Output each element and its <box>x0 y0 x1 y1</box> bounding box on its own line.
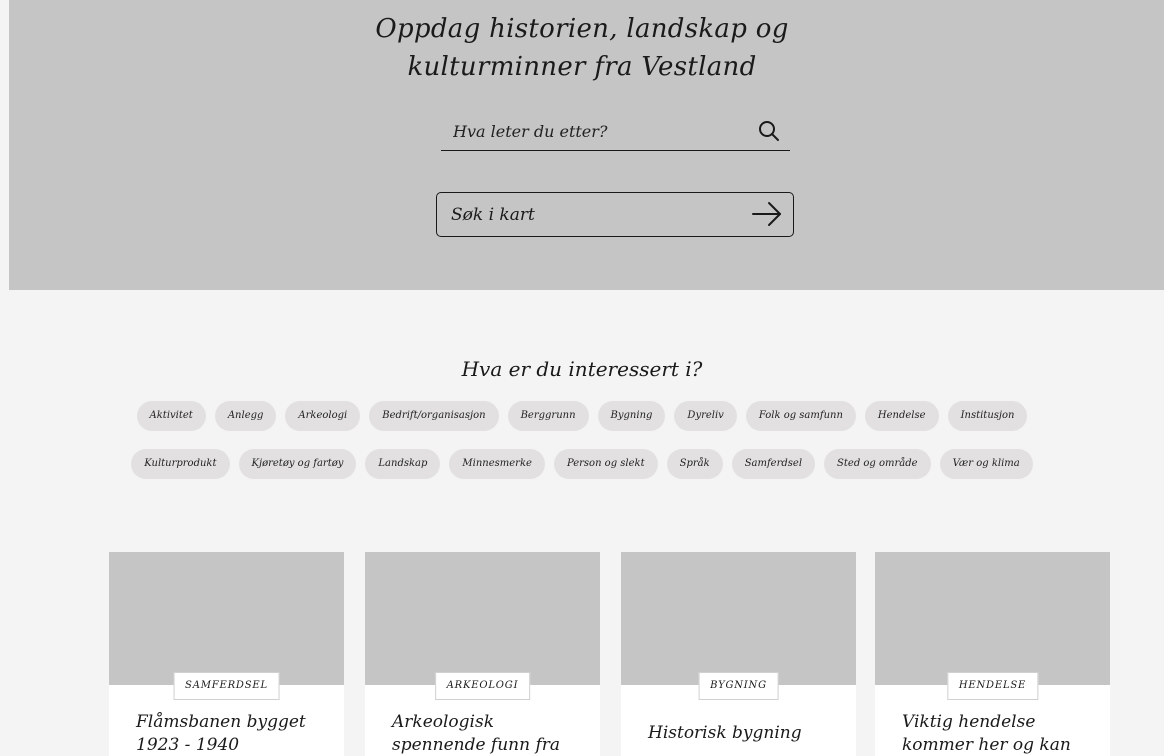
search-bar <box>441 114 790 151</box>
card-title: Arkeologisk spennende funn fra vikingtid… <box>392 712 561 755</box>
interest-chip[interactable]: Språk <box>666 449 723 479</box>
card-title: Flåmsbanen bygget 1923 - 1940 <box>136 712 306 755</box>
interest-chip[interactable]: Sted og område <box>824 449 931 479</box>
card-title: Viktig hendelse kommer her og kan være s… <box>902 712 1071 755</box>
card-image <box>109 552 344 685</box>
interest-chip[interactable]: Hendelse <box>864 401 939 431</box>
interest-chip[interactable]: Kjøretøy og fartøy <box>238 449 357 479</box>
card-image <box>875 552 1110 685</box>
hero-title-line-1: Oppdag historien, landskap og <box>375 14 789 44</box>
article-card[interactable]: SAMFERDSEL Flåmsbanen bygget 1923 - 1940 <box>109 552 344 756</box>
interests-heading: Hva er du interessert i? <box>461 357 703 381</box>
interest-chip[interactable]: Berggrunn <box>507 401 589 431</box>
search-map-button-label: Søk i kart <box>451 205 535 225</box>
interest-chip[interactable]: Vær og klima <box>939 449 1033 479</box>
interest-chip[interactable]: Dyreliv <box>674 401 737 431</box>
search-map-button[interactable]: Søk i kart <box>436 192 794 237</box>
interest-chip[interactable]: Institusjon <box>947 401 1028 431</box>
card-category-badge: HENDELSE <box>946 672 1039 700</box>
article-card[interactable]: BYGNING Historisk bygning <box>621 552 856 756</box>
search-icon[interactable] <box>758 120 780 142</box>
interest-chip[interactable]: Minnesmerke <box>449 449 545 479</box>
interest-chip[interactable]: Landskap <box>365 449 441 479</box>
interest-chip[interactable]: Kulturprodukt <box>131 449 230 479</box>
arrow-right-icon <box>752 202 781 226</box>
interest-chip[interactable]: Person og slekt <box>553 449 658 479</box>
card-title: Historisk bygning <box>648 723 802 743</box>
card-category-badge: SAMFERDSEL <box>173 672 280 700</box>
hero-title: Oppdag historien, landskap og kulturminn… <box>0 10 1164 86</box>
interest-chip[interactable]: Arkeologi <box>285 401 361 431</box>
interest-chips-row-1: Aktivitet Anlegg Arkeologi Bedrift/organ… <box>0 401 1164 431</box>
interest-chip[interactable]: Bygning <box>597 401 666 431</box>
interest-chip[interactable]: Folk og samfunn <box>745 401 856 431</box>
hero-title-line-2: kulturminner fra Vestland <box>407 52 757 82</box>
interest-chip[interactable]: Bedrift/organisasjon <box>369 401 499 431</box>
card-category-badge: ARKEOLOGI <box>434 672 531 700</box>
article-card[interactable]: ARKEOLOGI Arkeologisk spennende funn fra… <box>365 552 600 756</box>
interest-chip[interactable]: Samferdsel <box>731 449 816 479</box>
interest-chip[interactable]: Aktivitet <box>136 401 206 431</box>
card-image <box>621 552 856 685</box>
interest-chip[interactable]: Anlegg <box>214 401 277 431</box>
search-input[interactable] <box>441 114 741 148</box>
card-category-badge: BYGNING <box>698 672 779 700</box>
card-image <box>365 552 600 685</box>
interest-chips-row-2: Kulturprodukt Kjøretøy og fartøy Landska… <box>0 449 1164 479</box>
article-card[interactable]: HENDELSE Viktig hendelse kommer her og k… <box>875 552 1110 756</box>
